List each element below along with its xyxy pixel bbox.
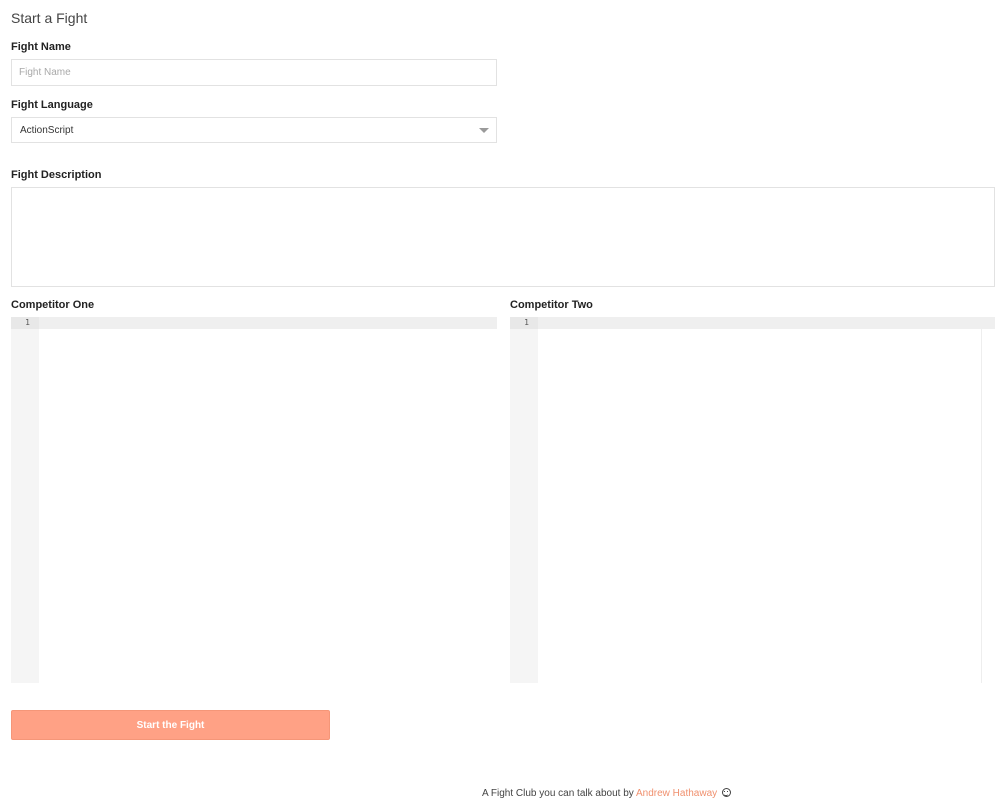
fight-language-label: Fight Language [11,99,93,111]
competitor-one-active-line[interactable] [39,317,497,329]
fight-name-input[interactable] [11,59,497,86]
competitor-two-code-editor[interactable]: 1 [510,317,995,683]
footer: A Fight Club you can talk about by Andre… [482,788,731,798]
competitor-one-code-editor[interactable]: 1 [11,317,497,683]
fight-language-selected-value: ActionScript [20,124,74,136]
author-link[interactable]: Andrew Hathaway [636,788,717,798]
fight-language-select[interactable]: ActionScript [11,117,497,143]
competitor-two-line-number: 1 [510,317,538,329]
page-title: Start a Fight [11,10,88,26]
competitor-two-scrollbar[interactable] [981,329,982,683]
competitor-one-line-number: 1 [11,317,39,329]
competitor-one-gutter [11,317,39,683]
footer-text: A Fight Club you can talk about by [482,788,636,798]
competitor-one-label: Competitor One [11,299,95,311]
competitor-two-gutter [510,317,538,683]
smiley-icon [721,788,731,797]
competitor-two-label: Competitor Two [510,299,593,311]
chevron-down-icon [479,128,489,133]
competitor-two-active-line[interactable] [538,317,995,329]
fight-description-label: Fight Description [11,169,102,181]
fight-name-label: Fight Name [11,41,71,53]
fight-description-textarea[interactable] [11,187,995,287]
start-fight-button[interactable]: Start the Fight [11,710,330,740]
